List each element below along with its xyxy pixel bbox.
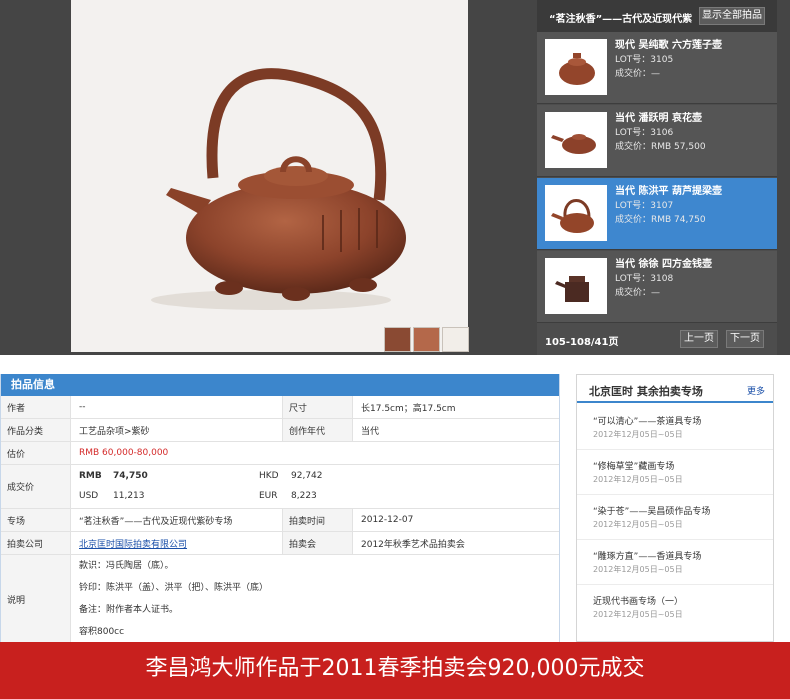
sidebar-title: 北京匡时 其余拍卖专场	[589, 385, 703, 398]
deal-price-label: 成交价	[1, 465, 71, 508]
eur-currency: EUR	[259, 491, 278, 501]
author-label: 作者	[1, 396, 71, 418]
session-item-date: 2012年12月05日~05日	[593, 520, 683, 529]
lot-item[interactable]: 当代 徐徐 四方金钱壶 LOT号：3108 成交价：—	[537, 251, 777, 323]
photo-thumbnail-strip	[384, 327, 469, 352]
main-teapot-photo[interactable]	[71, 0, 468, 352]
description-label: 说明	[1, 555, 71, 643]
next-page-button[interactable]: 下一页	[726, 330, 764, 348]
deal-price-block: RMB 74,750 HKD 92,742 USD 11,213 EUR 8,2…	[71, 465, 559, 508]
session-list-item[interactable]: “雕琢方直”——香道具专场 2012年12月05日~05日	[577, 540, 773, 585]
lot-number: LOT号：3105	[615, 55, 674, 65]
lot-price: 成交价：—	[615, 288, 661, 298]
table-row: 作品分类 工艺品杂项>紫砂 创作年代 当代	[1, 419, 559, 442]
description-line: 容积800cc	[79, 627, 125, 637]
session-label: 专场	[1, 509, 71, 531]
session-item-date: 2012年12月05日~05日	[593, 430, 683, 439]
session-list-item[interactable]: “修梅草堂”藏画专场 2012年12月05日~05日	[577, 450, 773, 495]
lot-list-panel: “茗注秋香”——古代及近现代紫 显示全部拍品 现代 吴纯歌 六方莲子壶 LOT号…	[537, 0, 777, 355]
description-line: 钤印：陈洪平（盖）、洪平（把）、陈洪平（底）	[79, 583, 269, 593]
sidebar-header: 北京匡时 其余拍卖专场 更多	[577, 375, 773, 403]
size-value: 长17.5cm；高17.5cm	[361, 403, 456, 414]
table-row: 成交价 RMB 74,750 HKD 92,742 USD 11,213 EUR…	[1, 465, 559, 509]
lot-number: LOT号：3106	[615, 128, 674, 138]
description-text: 款识：冯氏陶居（底）。 钤印：陈洪平（盖）、洪平（把）、陈洪平（底） 备注：附作…	[79, 555, 268, 643]
size-label: 尺寸	[283, 396, 353, 418]
lot-name: 当代 陈洪平 葫芦提梁壶	[615, 186, 722, 197]
author-value: --	[71, 396, 283, 418]
lot-name: 现代 吴纯歌 六方莲子壶	[615, 40, 722, 51]
table-row: 作者 -- 尺寸 长17.5cm；高17.5cm	[1, 396, 559, 419]
show-all-lots-button[interactable]: 显示全部拍品	[699, 7, 765, 25]
table-row: 专场 “茗注秋香”——古代及近现代紫砂专场 拍卖时间 2012-12-07	[1, 509, 559, 532]
promo-banner: 李昌鸿大师作品于2011春季拍卖会920,000元成交	[0, 642, 790, 699]
lot-info-header: 拍品信息	[1, 374, 559, 396]
lot-number: LOT号：3108	[615, 274, 674, 284]
auction-value: 2012年秋季艺术品拍卖会	[361, 539, 465, 550]
estimate-value: RMB 60,000-80,000	[79, 448, 169, 458]
lot-price: 成交价：RMB 74,750	[615, 215, 706, 225]
hkd-currency: HKD	[259, 471, 279, 481]
estimate-label: 估价	[1, 442, 71, 464]
session-item-date: 2012年12月05日~05日	[593, 565, 683, 574]
usd-currency: USD	[79, 491, 99, 501]
session-item-title: “雕琢方直”——香道具专场	[593, 552, 702, 562]
lot-info-table: 拍品信息 作者 -- 尺寸 长17.5cm；高17.5cm 作品分类 工艺品杂项…	[0, 374, 560, 644]
auction-time-value: 2012-12-07	[361, 515, 414, 525]
lot-pager: 105-108/41页 上一页 下一页	[537, 325, 777, 355]
lot-thumbnail	[545, 258, 607, 314]
lot-thumbnail	[545, 185, 607, 241]
photo-thumbnail[interactable]	[442, 327, 469, 352]
lot-price: 成交价：RMB 57,500	[615, 142, 706, 152]
session-item-date: 2012年12月05日~05日	[593, 610, 683, 619]
lot-name: 当代 潘跃明 哀花壶	[615, 113, 702, 124]
more-link[interactable]: 更多	[747, 384, 765, 397]
hkd-value: 92,742	[291, 471, 323, 481]
rmb-currency: RMB	[79, 471, 102, 481]
teapot-image	[151, 68, 406, 310]
session-list-item[interactable]: “染于苍”——吴昌硕作品专场 2012年12月05日~05日	[577, 495, 773, 540]
company-link[interactable]: 北京匡时国际拍卖有限公司	[79, 537, 187, 550]
era-value: 当代	[361, 426, 380, 437]
session-list-item[interactable]: “可以清心”——茶道具专场 2012年12月05日~05日	[577, 405, 773, 450]
era-label: 创作年代	[283, 419, 353, 441]
usd-value: 11,213	[113, 491, 145, 501]
session-item-title: 近现代书画专场（一）	[593, 597, 684, 607]
lot-price: 成交价：—	[615, 69, 661, 79]
page-indicator: 105-108/41页	[545, 337, 619, 348]
auction-time-label: 拍卖时间	[283, 509, 353, 531]
prev-page-button[interactable]: 上一页	[680, 330, 718, 348]
lot-item[interactable]: 当代 潘跃明 哀花壶 LOT号：3106 成交价：RMB 57,500	[537, 105, 777, 177]
table-row: 估价 RMB 60,000-80,000	[1, 442, 559, 465]
session-list-item[interactable]: 近现代书画专场（一） 2012年12月05日~05日	[577, 585, 773, 630]
other-sessions-sidebar: 北京匡时 其余拍卖专场 更多 “可以清心”——茶道具专场 2012年12月05日…	[576, 374, 774, 642]
session-item-title: “可以清心”——茶道具专场	[593, 417, 702, 427]
lot-item-active[interactable]: 当代 陈洪平 葫芦提梁壶 LOT号：3107 成交价：RMB 74,750	[537, 178, 777, 250]
session-item-title: “染于苍”——吴昌硕作品专场	[593, 507, 711, 517]
company-label: 拍卖公司	[1, 532, 71, 554]
lot-thumbnail	[545, 112, 607, 168]
session-item-date: 2012年12月05日~05日	[593, 475, 683, 484]
auction-label: 拍卖会	[283, 532, 353, 554]
table-row: 拍卖公司 北京匡时国际拍卖有限公司 拍卖会 2012年秋季艺术品拍卖会	[1, 532, 559, 555]
category-label: 作品分类	[1, 419, 71, 441]
image-viewer: “茗注秋香”——古代及近现代紫 显示全部拍品 现代 吴纯歌 六方莲子壶 LOT号…	[0, 0, 790, 355]
session-title: “茗注秋香”——古代及近现代紫	[549, 14, 693, 25]
photo-thumbnail[interactable]	[384, 327, 411, 352]
description-line: 备注：附作者本人证书。	[79, 605, 179, 615]
description-line: 款识：冯氏陶居（底）。	[79, 561, 174, 571]
session-value: “茗注秋香”——古代及近现代紫砂专场	[71, 509, 283, 531]
session-item-title: “修梅草堂”藏画专场	[593, 462, 675, 472]
photo-thumbnail[interactable]	[413, 327, 440, 352]
lot-name: 当代 徐徐 四方金钱壶	[615, 259, 712, 270]
lot-item[interactable]: 现代 吴纯歌 六方莲子壶 LOT号：3105 成交价：—	[537, 32, 777, 104]
lot-panel-header: “茗注秋香”——古代及近现代紫 显示全部拍品	[537, 0, 777, 32]
category-value: 工艺品杂项>紫砂	[71, 419, 283, 441]
eur-value: 8,223	[291, 491, 317, 501]
lot-thumbnail	[545, 39, 607, 95]
rmb-value: 74,750	[113, 471, 148, 481]
table-row: 说明 款识：冯氏陶居（底）。 钤印：陈洪平（盖）、洪平（把）、陈洪平（底） 备注…	[1, 555, 559, 643]
lot-number: LOT号：3107	[615, 201, 674, 211]
